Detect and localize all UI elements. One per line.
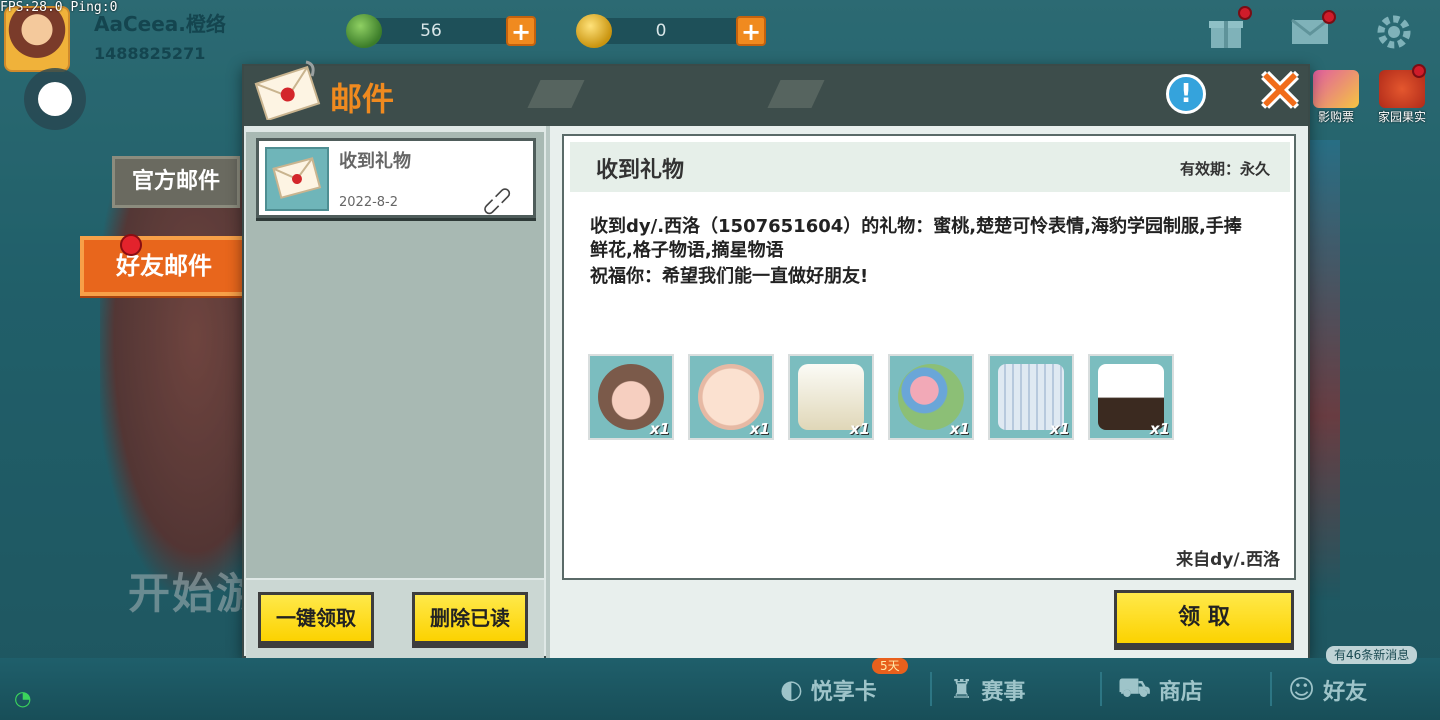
mail-header: 邮件 ! ✕ [244, 60, 1308, 126]
add-gem-button[interactable]: + [506, 16, 536, 46]
mail-window-title: 邮件 [330, 80, 395, 118]
info-button[interactable]: ! [1166, 74, 1206, 114]
joystick-button[interactable] [24, 68, 86, 130]
pass-days-badge: 5天 [872, 658, 908, 674]
gift-qty: x1 [949, 420, 970, 438]
envelope-thumb-icon [265, 147, 329, 211]
gift-qty: x1 [649, 420, 670, 438]
mail-item-date: 2022-8-2 [339, 195, 399, 210]
nav-pass-card[interactable]: ◐ 悦享卡 [780, 670, 877, 710]
gift-notification-dot [1238, 6, 1252, 20]
bottom-nav: ◐ 悦享卡 ♜ 赛事 ⛟ 商店 ☺ 好友 [0, 658, 1440, 720]
list-footer: 一键领取 删除已读 [246, 580, 544, 658]
gift-item-expression[interactable]: x1 [688, 354, 774, 440]
nav-divider [1100, 672, 1102, 706]
activity-notification-dot [1412, 64, 1426, 78]
add-coin-button[interactable]: + [736, 16, 766, 46]
pig-icon: ◐ [780, 675, 803, 705]
trophy-icon: ♜ [950, 675, 974, 705]
wifi-icon: ◔ [14, 686, 32, 710]
friend-mail-notification-dot [120, 234, 142, 256]
expiry-label: 有效期：永久 [1179, 160, 1270, 178]
gift-item-peach[interactable]: x1 [588, 354, 674, 440]
cart-icon: ⛟ [1118, 673, 1151, 703]
tab-friend-mail[interactable]: 好友邮件 [80, 234, 248, 296]
nav-shop-label: 商店 [1158, 680, 1203, 705]
nav-divider [1270, 672, 1272, 706]
header-decoration [527, 80, 585, 108]
claim-all-button[interactable]: 一键领取 [258, 592, 374, 644]
gem-icon [346, 14, 382, 48]
activity-ticket-icon [1313, 70, 1359, 108]
gift-qty: x1 [849, 420, 870, 438]
activity-home-fruit-label: 家园果实 [1377, 110, 1426, 124]
attachment-icon: ⊂⊃ [475, 179, 520, 224]
message-line-2: 鲜花,格子物语,摘星物语 [590, 240, 784, 261]
gift-item-flowers[interactable]: x1 [888, 354, 974, 440]
gem-count: 56 [366, 18, 516, 44]
detail-title: 收到礼物 [596, 158, 685, 183]
gift-item-plaid-skirt[interactable]: x1 [988, 354, 1074, 440]
gift-qty: x1 [1149, 420, 1170, 438]
activity-ticket[interactable]: 影购票 [1306, 70, 1366, 124]
nav-events-label: 赛事 [981, 680, 1026, 705]
nav-shop[interactable]: ⛟ 商店 [1118, 670, 1203, 710]
claim-button[interactable]: 领 取 [1114, 590, 1294, 646]
nav-pass-card-label: 悦享卡 [810, 680, 877, 705]
gift-qty: x1 [1049, 420, 1070, 438]
nav-friends-label: 好友 [1323, 680, 1368, 705]
envelope-icon [254, 58, 324, 122]
friend-icon: ☺ [1288, 675, 1316, 705]
tab-official-mail[interactable]: 官方邮件 [112, 156, 240, 208]
activity-ticket-label: 影购票 [1317, 110, 1354, 124]
fps-readout: FPS:28.0 Ping:0 [0, 0, 118, 15]
sender-label: 来自dy/.西洛 [1176, 550, 1280, 570]
player-id: 1488825271 [94, 44, 206, 63]
avatar[interactable] [4, 6, 70, 72]
nav-events[interactable]: ♜ 赛事 [950, 670, 1025, 710]
mail-window: 邮件 ! ✕ 收到礼物 2022-8-2 ⊂⊃ 一键领取 删除已读 收到礼物 有… [242, 60, 1310, 660]
mail-detail-panel: 收到礼物 有效期：永久 收到dy/.西洛（1507651604）的礼物：蜜桃,楚… [562, 134, 1296, 580]
detail-header: 收到礼物 有效期：永久 [570, 142, 1290, 192]
list-item[interactable]: 收到礼物 2022-8-2 ⊂⊃ [256, 138, 536, 223]
tab-friend-mail-label: 好友邮件 [116, 252, 212, 280]
gear-icon[interactable] [1374, 12, 1414, 52]
coin-icon [576, 14, 612, 48]
message-line-1: 收到dy/.西洛（1507651604）的礼物：蜜桃,楚楚可怜表情,海豹学园制服… [590, 216, 1242, 237]
mail-item-subject: 收到礼物 [339, 151, 411, 172]
gift-item-shoes[interactable]: x1 [1088, 354, 1174, 440]
mail-notification-dot [1322, 10, 1336, 24]
coin-count: 0 [596, 18, 746, 44]
delete-read-button[interactable]: 删除已读 [412, 592, 528, 644]
message-line-3: 祝福你：希望我们能一直做好朋友! [590, 266, 869, 287]
mail-list[interactable]: 收到礼物 2022-8-2 ⊂⊃ [246, 132, 544, 578]
gift-item-uniform[interactable]: x1 [788, 354, 874, 440]
activity-home-fruit[interactable]: 家园果实 [1372, 70, 1432, 124]
gift-qty: x1 [749, 420, 770, 438]
nav-friends[interactable]: ☺ 好友 [1288, 670, 1367, 710]
close-button[interactable]: ✕ [1250, 62, 1310, 122]
header-decoration [767, 80, 825, 108]
new-messages-badge: 有46条新消息 [1326, 646, 1418, 664]
nav-divider [930, 672, 932, 706]
